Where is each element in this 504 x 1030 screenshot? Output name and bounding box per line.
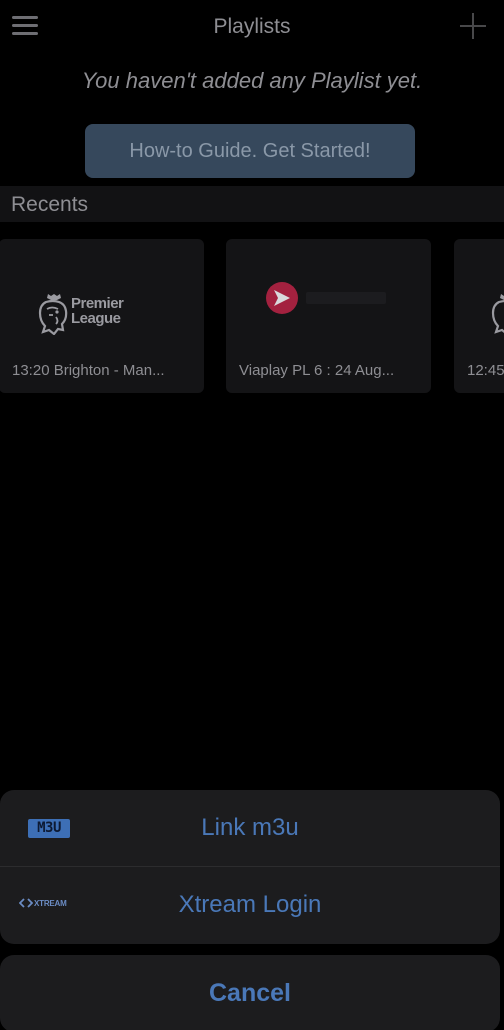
pl-text-premier: Premier [71,295,124,312]
premier-league-lion-icon [491,294,504,334]
recents-section-header: Recents [0,186,504,222]
recent-card[interactable]: 12:45 [454,239,504,393]
premier-league-logo: Premier League [37,293,137,335]
recent-card[interactable]: Premier League 13:20 Brighton - Man... [0,239,204,393]
link-m3u-option[interactable]: M3U Link m3u [0,790,500,867]
link-m3u-label: Link m3u [201,814,299,841]
playlists-screen: Playlists You haven't added any Playlist… [0,0,504,1030]
recents-title: Recents [11,193,89,216]
header: Playlists [0,0,504,54]
pl-text-league: League [71,310,121,327]
premier-league-lion-icon [38,294,68,335]
empty-state-message: You haven't added any Playlist yet. [81,68,423,93]
viaplay-logo [266,282,386,314]
recent-card[interactable]: Viaplay PL 6 : 24 Aug... [226,239,431,393]
cancel-button[interactable]: Cancel [0,955,500,1030]
recent-card-label: 12:45 [467,362,504,379]
add-playlist-plus-icon[interactable] [460,13,486,39]
recent-card-label: Viaplay PL 6 : 24 Aug... [239,362,395,379]
how-to-guide-button[interactable]: How-to Guide. Get Started! [85,124,415,178]
xtream-login-label: Xtream Login [178,891,322,918]
xtream-login-option[interactable]: XTREAM Xtream Login [0,867,500,944]
page-title: Playlists [213,15,291,38]
recent-card-label: 13:20 Brighton - Man... [12,362,165,379]
add-playlist-action-sheet: M3U Link m3u XTREAM Xtream Login [0,790,500,944]
